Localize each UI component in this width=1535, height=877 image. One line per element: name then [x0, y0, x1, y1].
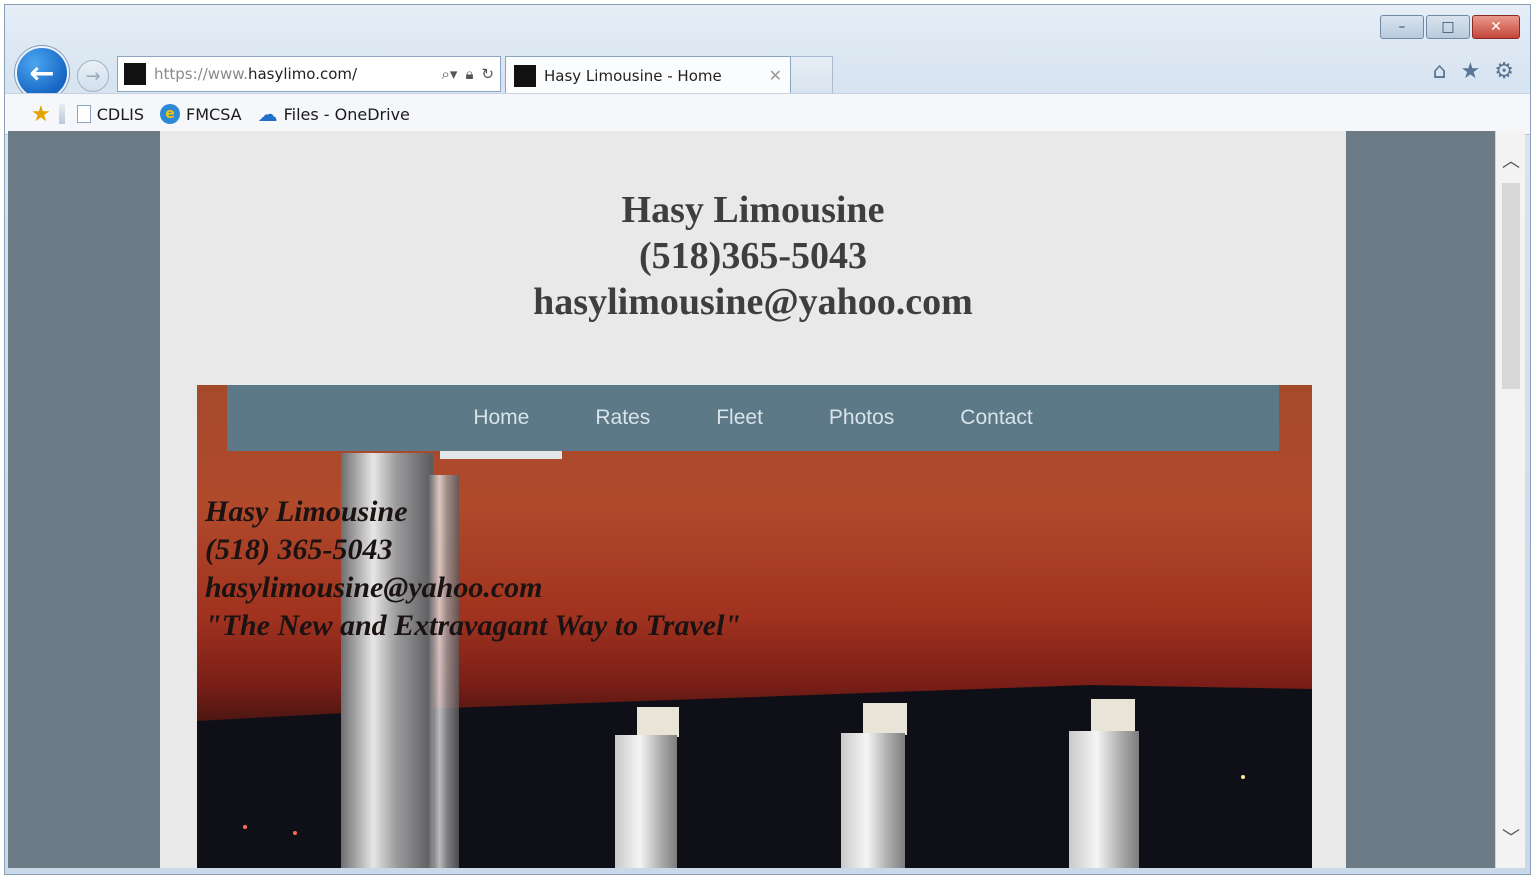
favorite-item-fmcsa[interactable]: e FMCSA [160, 104, 242, 124]
favorite-item-onedrive[interactable]: ☁ Files - OneDrive [258, 102, 410, 126]
refresh-icon[interactable]: ↻ [481, 65, 494, 83]
vertical-scrollbar[interactable]: ︿ ﹀ [1495, 131, 1525, 868]
hero-image: Home Rates Fleet Photos Contact Hasy Lim… [197, 385, 1312, 868]
scroll-thumb[interactable] [1502, 183, 1520, 389]
site-name: Hasy Limousine [621, 189, 885, 231]
new-tab-button[interactable] [791, 56, 833, 94]
main-nav: Home Rates Fleet Photos Contact [227, 385, 1279, 459]
hero-tagline: "The New and Extravagant Way to Travel" [205, 609, 742, 642]
favorite-item-cdlis[interactable]: CDLIS [76, 104, 145, 124]
favorite-label: FMCSA [186, 104, 242, 124]
back-arrow-icon[interactable]: ← [15, 46, 69, 100]
favorites-bar: ★ CDLIS e FMCSA ☁ Files - OneDrive [5, 93, 1530, 135]
address-bar[interactable]: https://www.hasylimo.com/ ⌕▾ 🔒︎ ↻ [117, 56, 501, 92]
tab-favicon-icon [514, 64, 536, 87]
favorite-label: Files - OneDrive [283, 104, 410, 124]
pillar-cap-3 [1091, 699, 1135, 733]
nav-home[interactable]: Home [440, 385, 563, 459]
forward-arrow-icon[interactable]: → [77, 60, 109, 92]
window-controls: – □ ✕ [1380, 15, 1520, 39]
pillar-1 [615, 735, 677, 868]
document-icon [76, 105, 91, 123]
city-light [1241, 775, 1245, 779]
pillar-2 [841, 733, 905, 868]
home-icon[interactable]: ⌂ [1433, 59, 1447, 84]
favorite-label: CDLIS [96, 104, 145, 124]
favorites-separator [58, 104, 65, 124]
tab-title: Hasy Limousine - Home [544, 66, 722, 85]
scroll-up-icon[interactable]: ︿ [1496, 145, 1526, 175]
nav-photos[interactable]: Photos [796, 385, 927, 451]
url-domain: hasylimo.com/ [247, 65, 358, 83]
pillar-3 [1069, 731, 1139, 868]
add-favorite-icon[interactable]: ★ [31, 102, 51, 127]
gear-icon[interactable]: ⚙ [1494, 59, 1514, 84]
site-phone: (518)365-5043 [639, 235, 867, 277]
pillar-cap-1 [637, 707, 679, 737]
site-favicon-icon [124, 63, 146, 85]
site-email: hasylimousine@yahoo.com [533, 281, 973, 323]
lock-icon[interactable]: 🔒︎ [465, 65, 473, 83]
city-light [243, 825, 247, 829]
tab-close-icon[interactable]: ✕ [769, 66, 782, 85]
maximize-button[interactable]: □ [1426, 15, 1470, 39]
hero-text: Hasy Limousine (518) 365-5043 hasylimous… [205, 493, 741, 645]
close-window-button[interactable]: ✕ [1472, 15, 1520, 39]
site-header: Hasy Limousine (518)365-5043 hasylimousi… [160, 187, 1346, 325]
city-light [293, 831, 297, 835]
title-bar: – □ ✕ ← → https://www.hasylimo.com/ ⌕▾ 🔒… [5, 5, 1530, 100]
nav-contact[interactable]: Contact [927, 385, 1065, 451]
url-text[interactable]: https://www.hasylimo.com/ [154, 65, 434, 83]
scroll-down-icon[interactable]: ﹀ [1496, 822, 1526, 852]
minimize-button[interactable]: – [1380, 15, 1424, 39]
search-icon[interactable]: ⌕▾ [442, 65, 458, 83]
address-icons: ⌕▾ 🔒︎ ↻ [442, 65, 495, 83]
hero-name: Hasy Limousine [205, 495, 408, 528]
toolbar-right-icons: ⌂ ★ ⚙ [1433, 59, 1514, 84]
nav-rates[interactable]: Rates [562, 385, 683, 451]
cloud-icon: ☁ [257, 102, 278, 126]
nav-fleet[interactable]: Fleet [683, 385, 796, 451]
hero-email: hasylimousine@yahoo.com [205, 571, 543, 604]
site-page: Hasy Limousine (518)365-5043 hasylimousi… [160, 131, 1346, 868]
url-prefix: https://www. [154, 65, 248, 83]
tab-home[interactable]: Hasy Limousine - Home ✕ [505, 56, 791, 94]
hero-phone: (518) 365-5043 [205, 533, 393, 566]
star-icon[interactable]: ★ [1461, 59, 1481, 84]
page-viewport: Hasy Limousine (518)365-5043 hasylimousi… [8, 131, 1495, 868]
ie-icon: e [160, 104, 181, 124]
pillar-cap-2 [863, 703, 907, 735]
